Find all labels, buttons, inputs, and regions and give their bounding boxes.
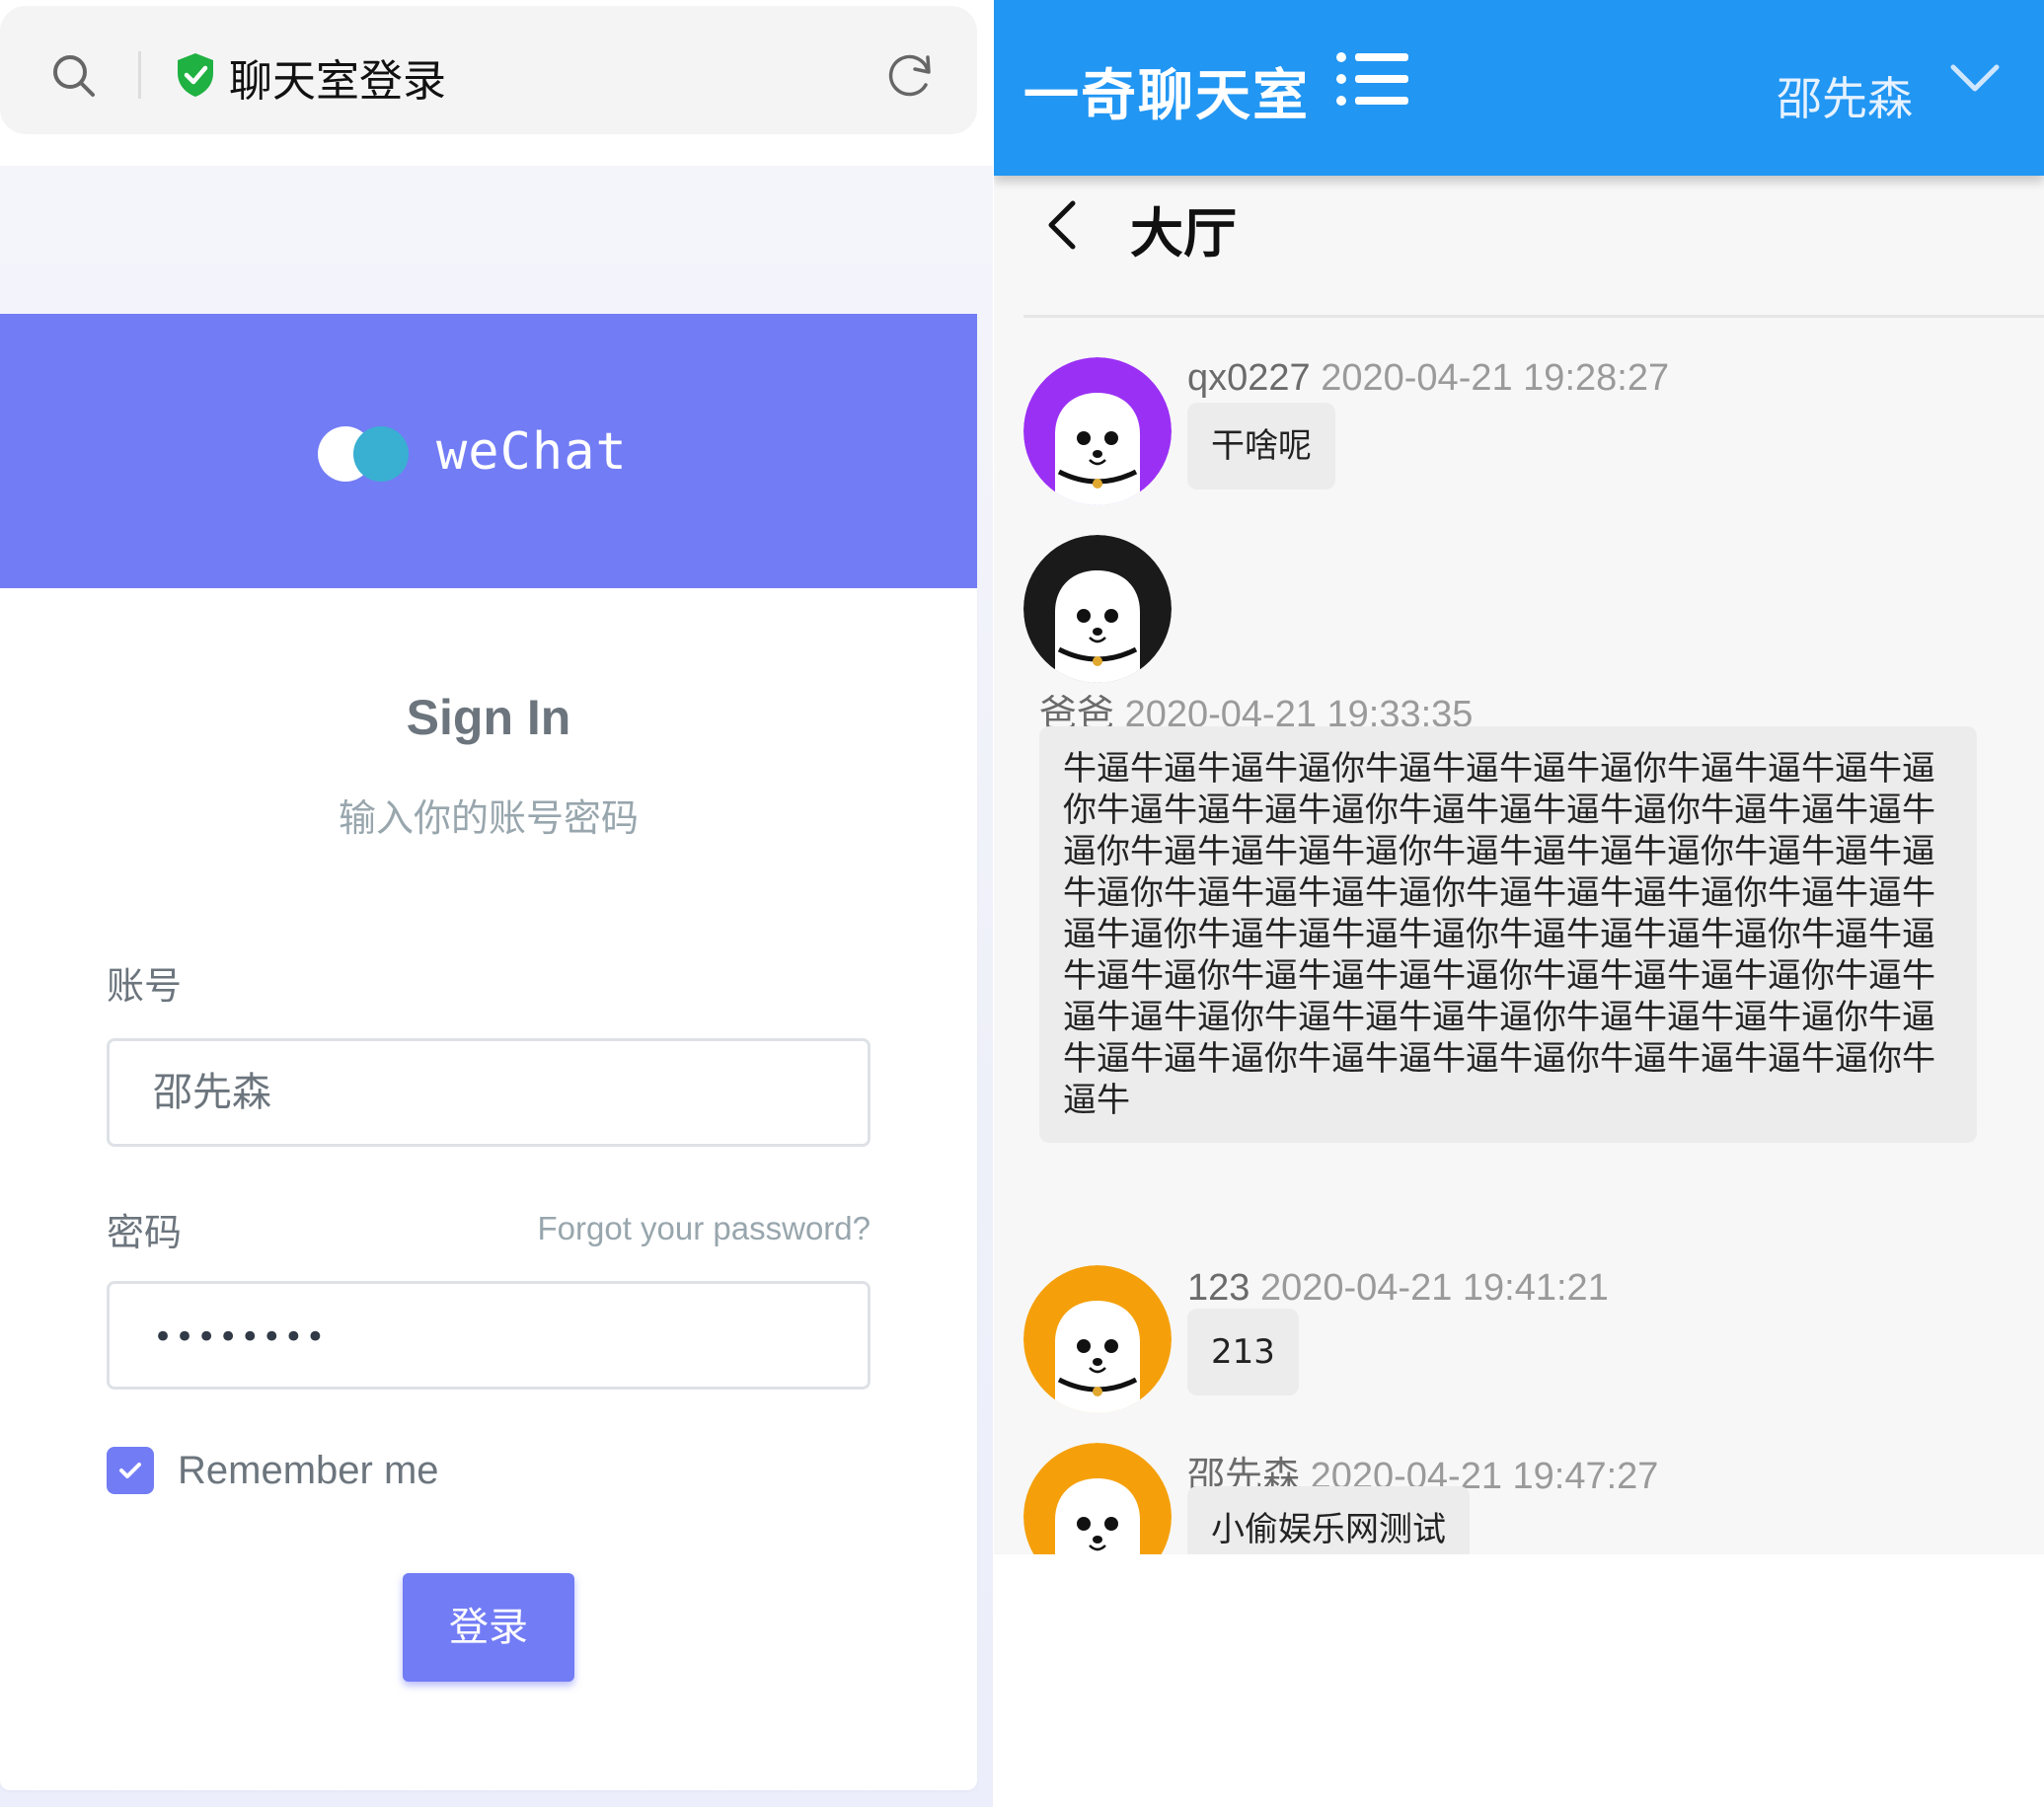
- logo-dot-icon: [353, 426, 409, 482]
- password-mask: ••••••••: [153, 1318, 328, 1357]
- avatar[interactable]: [1023, 357, 1172, 505]
- dog-avatar-icon: [1023, 357, 1172, 505]
- menu-icon[interactable]: [1335, 49, 1410, 109]
- search-icon[interactable]: [49, 51, 97, 99]
- forgot-password-link[interactable]: Forgot your password?: [538, 1210, 871, 1247]
- room-header: 大厅: [1023, 176, 2044, 318]
- avatar[interactable]: [1023, 1443, 1172, 1554]
- signin-title: Sign In: [406, 690, 571, 745]
- password-label: 密码: [107, 1211, 183, 1254]
- current-user-name[interactable]: 邵先森: [1777, 63, 1913, 128]
- message-meta: qx0227 2020-04-21 19:28:27: [1187, 357, 1669, 400]
- page-title: 聊天室登录: [229, 56, 446, 107]
- message-bubble: 213: [1187, 1309, 1299, 1395]
- app-title: 一奇聊天室: [1023, 64, 1310, 128]
- message-bubble: 干啥呢: [1187, 403, 1335, 489]
- app-topbar: 一奇聊天室 邵先森: [994, 0, 2044, 176]
- avatar[interactable]: [1023, 1265, 1172, 1413]
- card-header: weChat: [0, 314, 977, 588]
- avatar[interactable]: [1023, 535, 1172, 683]
- brand-name: weChat: [436, 422, 628, 482]
- chevron-down-icon[interactable]: [1949, 61, 2001, 97]
- check-icon: [119, 1463, 141, 1478]
- dog-avatar-icon: [1023, 1443, 1172, 1554]
- address-divider: [138, 51, 141, 99]
- message-bubble: 小偷娱乐网测试: [1187, 1486, 1470, 1554]
- login-button[interactable]: 登录: [403, 1573, 574, 1682]
- remember-checkbox[interactable]: [107, 1447, 154, 1494]
- chat-screen: 一奇聊天室 邵先森 大厅 qx0227 2020-04-21 19:28:27 …: [994, 0, 2044, 1554]
- password-input[interactable]: ••••••••: [107, 1281, 871, 1390]
- reload-icon[interactable]: [884, 49, 936, 101]
- message-bubble: 牛逼牛逼牛逼牛逼你牛逼牛逼牛逼牛逼你牛逼牛逼牛逼牛逼你牛逼牛逼牛逼牛逼你牛逼牛逼…: [1039, 726, 1977, 1143]
- message-author[interactable]: qx0227: [1187, 357, 1311, 399]
- login-card: weChat Sign In 输入你的账号密码 账号 邵先森 密码 Forgot…: [0, 314, 977, 1790]
- back-icon[interactable]: [1043, 197, 1083, 253]
- message-time: 2020-04-21 19:28:27: [1321, 357, 1670, 399]
- account-label: 账号: [107, 964, 183, 1008]
- message-time: 2020-04-21 19:41:21: [1259, 1267, 1609, 1309]
- account-input[interactable]: 邵先森: [107, 1038, 871, 1147]
- dog-avatar-icon: [1023, 1265, 1172, 1413]
- message-meta: 123 2020-04-21 19:41:21: [1187, 1267, 1609, 1310]
- room-title: 大厅: [1130, 202, 1237, 264]
- shield-check-icon: [178, 53, 213, 97]
- dog-avatar-icon: [1023, 535, 1172, 683]
- login-screen: 聊天室登录 weChat Sign In 输入你的账号密码 账号 邵先森 密码 …: [0, 0, 993, 1807]
- remember-label[interactable]: Remember me: [178, 1449, 439, 1493]
- browser-address-bar[interactable]: 聊天室登录: [0, 6, 977, 134]
- message-author[interactable]: 123: [1187, 1267, 1249, 1309]
- signin-subtitle: 输入你的账号密码: [338, 796, 639, 840]
